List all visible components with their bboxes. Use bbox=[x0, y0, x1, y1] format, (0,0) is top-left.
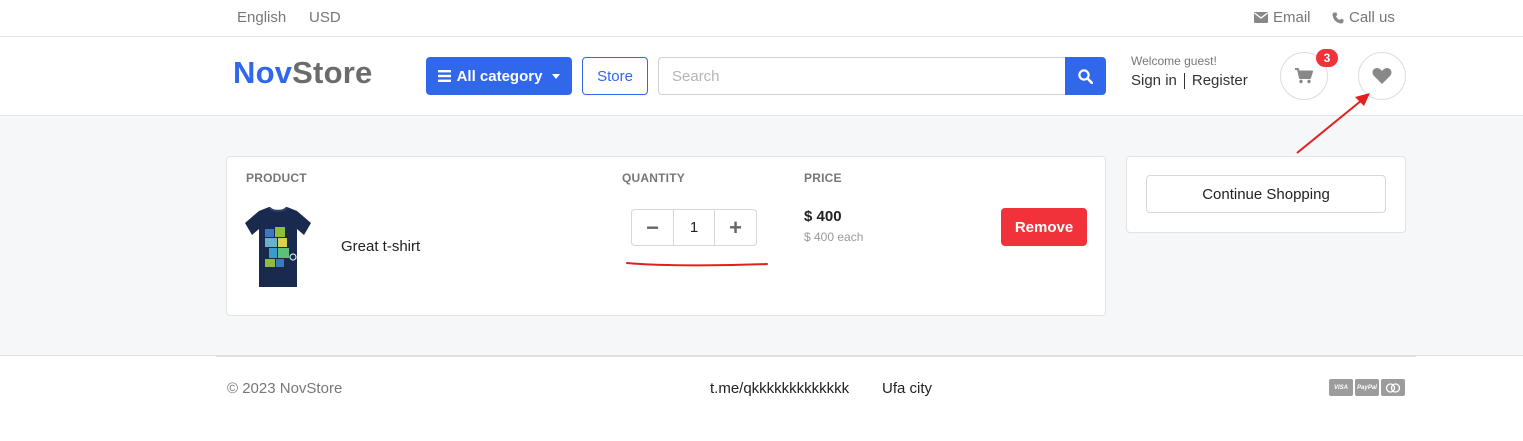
payment-methods: VISA PayPal bbox=[1329, 379, 1405, 396]
column-header-quantity: QUANTITY bbox=[622, 171, 685, 185]
product-image[interactable] bbox=[245, 207, 311, 289]
top-bar: English USD Email Call us bbox=[0, 0, 1523, 37]
hamburger-icon bbox=[437, 70, 451, 82]
currency-selector[interactable]: USD bbox=[309, 9, 341, 26]
auth-divider bbox=[1183, 72, 1185, 89]
quantity-value[interactable]: 1 bbox=[674, 210, 714, 245]
phone-icon bbox=[1332, 12, 1344, 23]
store-button[interactable]: Store bbox=[582, 57, 648, 95]
auth-links: Sign in Register bbox=[1131, 72, 1248, 89]
remove-button[interactable]: Remove bbox=[1001, 208, 1087, 246]
quantity-decrease-button[interactable]: − bbox=[632, 210, 674, 245]
telegram-link[interactable]: t.me/qkkkkkkkkkkkkk bbox=[710, 380, 849, 397]
language-selector[interactable]: English bbox=[237, 9, 286, 26]
email-link[interactable]: Email bbox=[1254, 9, 1311, 26]
cart-count-badge: 3 bbox=[1316, 49, 1338, 67]
welcome-text: Welcome guest! bbox=[1131, 54, 1217, 68]
mastercard-icon bbox=[1381, 379, 1405, 396]
search-input[interactable] bbox=[658, 57, 1066, 95]
call-link[interactable]: Call us bbox=[1332, 9, 1395, 26]
item-unit-price: $ 400 each bbox=[804, 230, 864, 244]
copyright-text: © 2023 NovStore bbox=[227, 380, 343, 397]
footer: © 2023 NovStore t.me/qkkkkkkkkkkkkk Ufa … bbox=[0, 356, 1523, 441]
all-category-button[interactable]: All category bbox=[426, 57, 572, 95]
city-text: Ufa city bbox=[882, 380, 933, 397]
continue-shopping-button[interactable]: Continue Shopping bbox=[1146, 175, 1386, 213]
search-button[interactable] bbox=[1065, 57, 1106, 95]
product-name[interactable]: Great t-shirt bbox=[341, 238, 420, 255]
quantity-increase-button[interactable]: + bbox=[714, 210, 756, 245]
paypal-card-icon: PayPal bbox=[1355, 379, 1379, 396]
call-label: Call us bbox=[1349, 9, 1395, 26]
envelope-icon bbox=[1254, 12, 1268, 23]
all-category-label: All category bbox=[456, 67, 543, 85]
wishlist-button[interactable] bbox=[1358, 52, 1406, 100]
cart-table: PRODUCT QUANTITY PRICE Great t-shirt − 1… bbox=[226, 156, 1106, 316]
cart-icon bbox=[1295, 68, 1313, 84]
quantity-stepper: − 1 + bbox=[631, 209, 757, 246]
cart-page: PRODUCT QUANTITY PRICE Great t-shirt − 1… bbox=[0, 116, 1523, 356]
cart-sidebar: Continue Shopping bbox=[1126, 156, 1406, 233]
sign-in-link[interactable]: Sign in bbox=[1131, 72, 1177, 89]
logo-part-store: Store bbox=[292, 55, 373, 90]
column-header-price: PRICE bbox=[804, 171, 842, 185]
register-link[interactable]: Register bbox=[1192, 72, 1248, 89]
logo-part-nov: Nov bbox=[233, 55, 293, 90]
visa-card-icon: VISA bbox=[1329, 379, 1353, 396]
caret-down-icon bbox=[552, 73, 561, 79]
email-label: Email bbox=[1273, 9, 1311, 26]
main-header: NovStore All category Store Welcome gues… bbox=[0, 37, 1523, 116]
footer-divider bbox=[216, 356, 1416, 357]
heart-icon bbox=[1372, 68, 1392, 84]
logo[interactable]: NovStore bbox=[233, 55, 372, 91]
item-price: $ 400 bbox=[804, 208, 842, 225]
search-icon bbox=[1078, 68, 1093, 84]
column-header-product: PRODUCT bbox=[246, 171, 307, 185]
